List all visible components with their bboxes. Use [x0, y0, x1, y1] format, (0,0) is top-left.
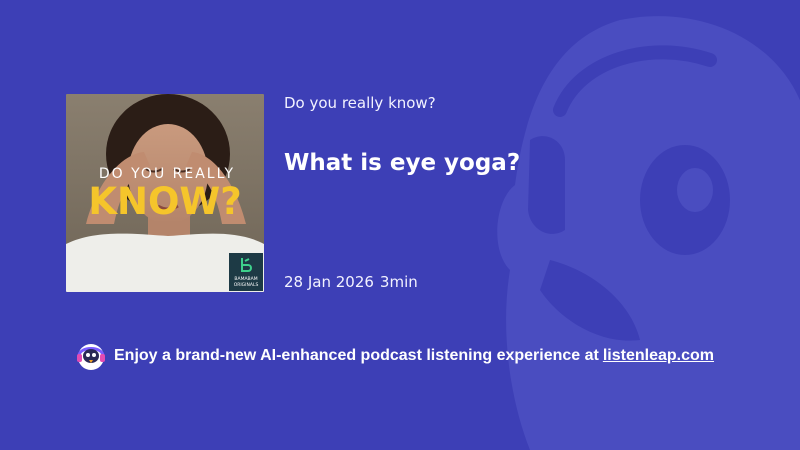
- publisher-badge: BAMABAM ORIGINALS: [229, 253, 263, 291]
- penguin-headphones-icon: [77, 344, 105, 370]
- podcast-cover-art[interactable]: DO YOU REALLY KNOW? BAMABAM ORIGINALS: [66, 94, 264, 292]
- cover-text-line2: KNOW?: [88, 180, 242, 223]
- publisher-badge-line1: BAMABAM: [234, 277, 258, 282]
- episode-meta: 28 Jan 2026 3min: [284, 273, 418, 291]
- promo-text: Enjoy a brand-new AI-enhanced podcast li…: [114, 347, 599, 364]
- publisher-badge-line2: ORIGINALS: [233, 283, 259, 288]
- background-mascot-icon: [497, 16, 800, 450]
- promo-link[interactable]: listenleap.com: [603, 347, 714, 365]
- episode-title[interactable]: What is eye yoga?: [284, 150, 520, 176]
- publisher-logo-icon: [238, 256, 254, 274]
- episode-date: 28 Jan 2026: [284, 273, 374, 291]
- show-title[interactable]: Do you really know?: [284, 94, 436, 112]
- episode-duration: 3min: [379, 273, 418, 291]
- promo-banner: Enjoy a brand-new AI-enhanced podcast li…: [76, 341, 714, 371]
